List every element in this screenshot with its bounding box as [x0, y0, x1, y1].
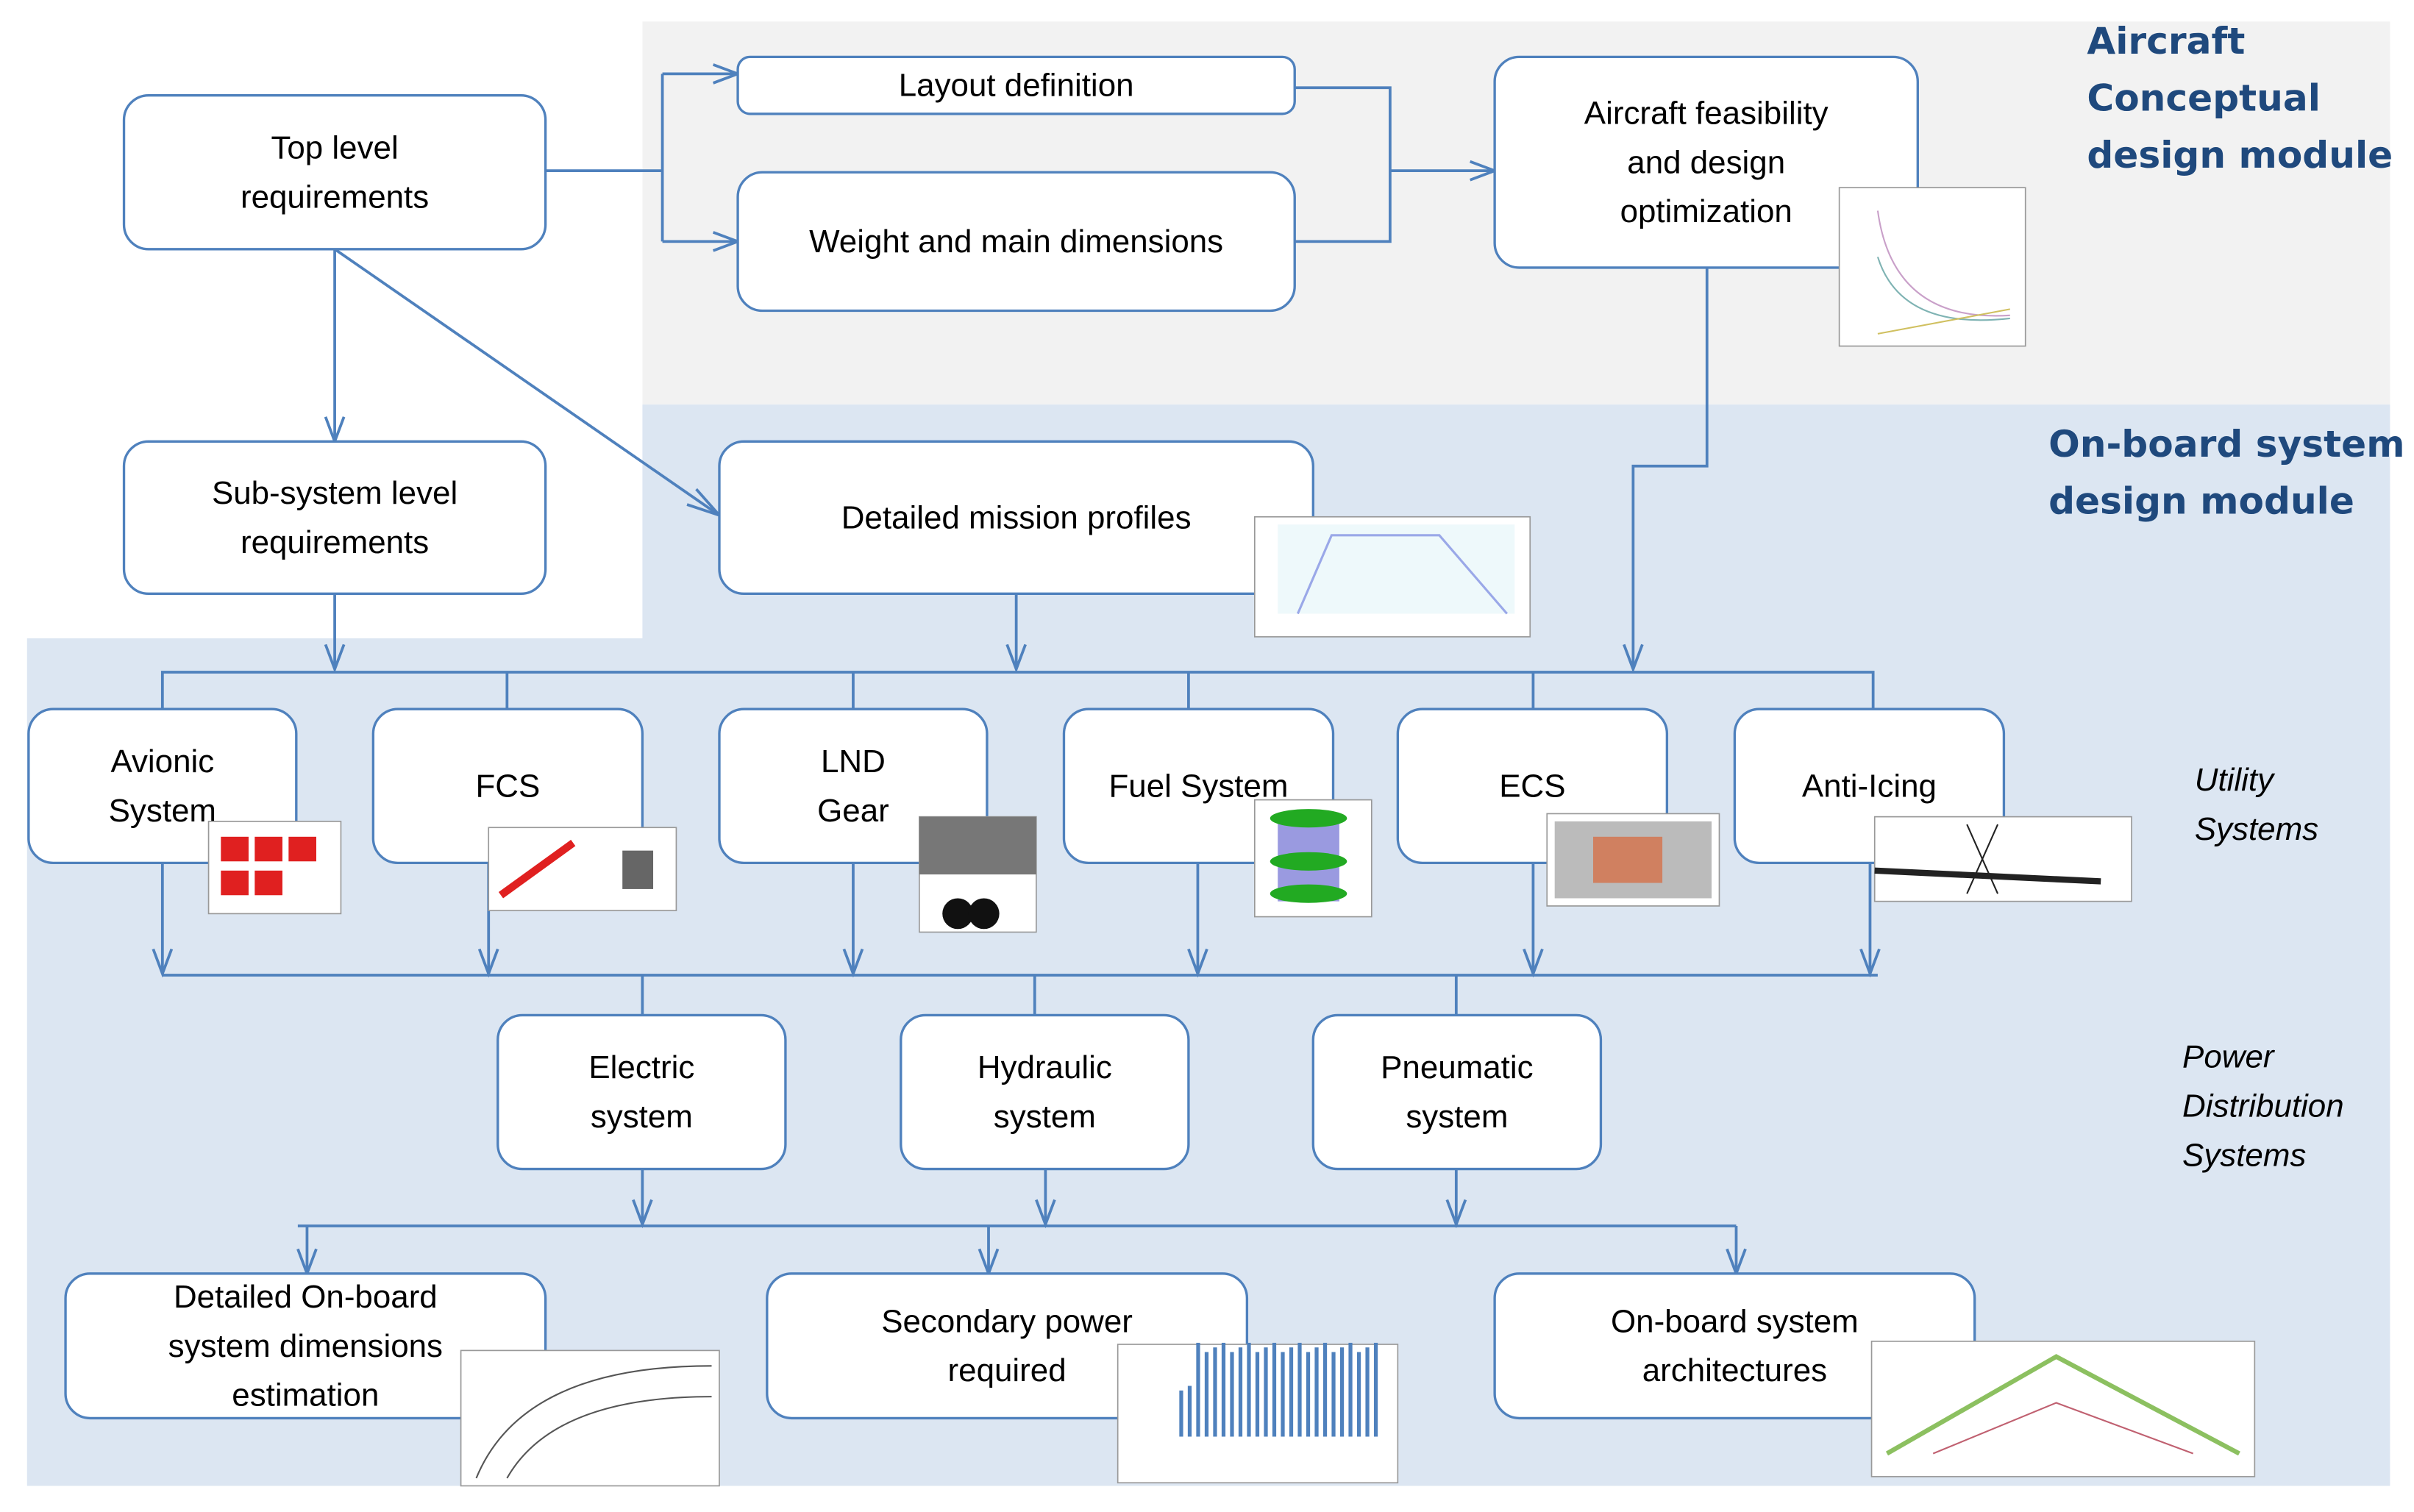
box-label-line: optimization: [1620, 193, 1792, 229]
box-label-line: LND: [821, 743, 886, 780]
box-label-line: Hydraulic: [978, 1049, 1112, 1085]
box-label-line: requirements: [241, 524, 429, 560]
power-module-label: Power: [2182, 1039, 2276, 1075]
box-weight: Weight and main dimensions: [736, 171, 1296, 313]
box-electric: Electric system: [496, 1013, 787, 1171]
box-label-line: Anti-Icing: [1802, 768, 1937, 804]
box-hydraulic: Hydraulic system: [900, 1013, 1190, 1171]
box-label-line: Weight and main dimensions: [809, 224, 1223, 260]
onboard-module-label: On-board system: [2048, 422, 2404, 466]
system-architecture-layout-image: [1870, 1341, 2256, 1477]
fuel-tank-render-image: [1254, 799, 1372, 918]
box-label-line: On-board system: [1611, 1303, 1859, 1339]
box-label-line: Pneumatic: [1381, 1049, 1533, 1085]
box-label-line: ECS: [1499, 768, 1565, 804]
box-label-line: Top level: [271, 129, 398, 165]
design-space-chart-image: [1838, 187, 2026, 347]
box-label-line: Sub-system level: [212, 475, 457, 511]
box-label-line: architectures: [1642, 1352, 1827, 1388]
box-label-line: Detailed On-board: [174, 1279, 438, 1315]
box-label-line: Electric: [588, 1049, 694, 1085]
box-label-line: Aircraft feasibility: [1584, 95, 1829, 131]
conceptual-module-label: Aircraft: [2087, 19, 2245, 63]
box-label-line: estimation: [232, 1377, 379, 1413]
box-subsystem: Sub-system level requirements: [122, 440, 547, 596]
ecs-pack-render-image: [1546, 813, 1720, 907]
power-module-label: Systems: [2182, 1137, 2306, 1173]
box-label-line: FCS: [475, 768, 540, 804]
box-label-line: system: [994, 1099, 1096, 1135]
box-label-line: Avionic: [110, 743, 214, 780]
onboard-module-label: design module: [2048, 479, 2354, 523]
box-label-line: required: [948, 1352, 1067, 1388]
power-module-label: Distribution: [2182, 1088, 2344, 1124]
box-label-line: Gear: [817, 793, 889, 829]
design-workflow-diagram: Top level requirements Layout definition We…: [26, 19, 2405, 1487]
box-pneumatic: Pneumatic system: [1311, 1013, 1603, 1171]
fuselage-sketch-image: [460, 1349, 720, 1487]
conceptual-module-label: design module: [2087, 133, 2393, 176]
avionics-render-image: [207, 821, 342, 915]
box-label-line: System: [109, 793, 216, 829]
box-layout: Layout definition: [736, 55, 1296, 115]
box-label-line: Detailed mission profiles: [841, 499, 1192, 535]
conceptual-module-label: Conceptual: [2087, 76, 2321, 120]
utility-module-label: Utility: [2195, 762, 2276, 798]
box-top: Top level requirements: [122, 94, 547, 251]
utility-module-label: Systems: [2195, 811, 2318, 847]
fcs-actuator-render-image: [488, 827, 677, 912]
box-label-line: requirements: [241, 179, 429, 215]
box-label-line: Secondary power: [881, 1303, 1133, 1339]
box-mission: Detailed mission profiles: [718, 440, 1314, 596]
mission-profile-chart-image: [1254, 516, 1531, 638]
box-label-line: system: [591, 1099, 693, 1135]
anti-icing-wing-render-image: [1873, 816, 2132, 902]
box-label-line: system dimensions: [168, 1328, 443, 1364]
box-label-line: Fuel System: [1108, 768, 1288, 804]
landing-gear-render-image: [919, 816, 1037, 933]
box-label-line: system: [1406, 1099, 1508, 1135]
box-label-line: Layout definition: [899, 68, 1134, 104]
secondary-power-bar-chart-image: [1117, 1342, 1399, 1484]
box-label-line: and design: [1627, 144, 1785, 180]
